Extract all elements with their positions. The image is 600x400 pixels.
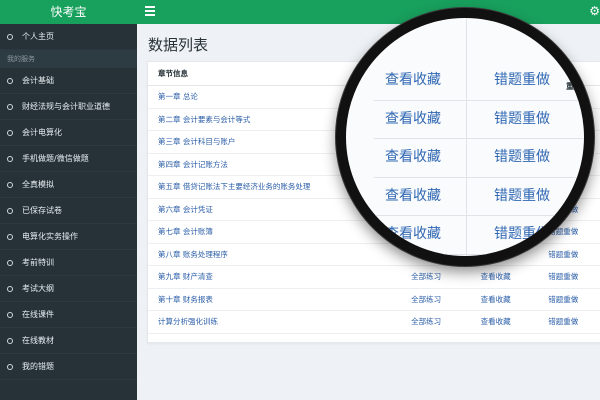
circle-icon	[7, 207, 13, 214]
sidebar-item-label: 个人主页	[22, 32, 54, 41]
favorites-link[interactable]: 查看收藏	[477, 310, 546, 334]
sidebar-item-label: 会计电算化	[22, 128, 62, 137]
menu-icon[interactable]	[145, 6, 155, 16]
chapter-link[interactable]: 第九章 财产清查	[148, 265, 409, 289]
practice-link[interactable]: 全部练习	[408, 265, 478, 289]
chapter-link[interactable]: 第八章 账务处理程序	[148, 243, 409, 266]
circle-icon	[7, 33, 13, 40]
sidebar-item-practice[interactable]: 电算化实务操作	[0, 224, 137, 250]
practice-link[interactable]: 全部练习	[408, 310, 478, 334]
lens-row: 查看收藏 错题重做	[374, 216, 584, 255]
circle-icon	[7, 285, 13, 292]
sidebar-item-simulation[interactable]: 全真模拟	[0, 172, 137, 198]
circle-icon	[7, 233, 13, 240]
lens-row: 查看收藏 错题重做	[374, 178, 584, 216]
circle-icon	[7, 77, 13, 84]
brand-title: 快考宝	[0, 0, 137, 24]
circle-icon	[7, 311, 13, 318]
page-title: 数据列表	[148, 36, 209, 54]
sidebar-item-label: 全真模拟	[22, 180, 54, 189]
circle-icon	[7, 103, 13, 110]
sidebar-item-prep-training[interactable]: 考前特训	[0, 250, 137, 276]
lens-row: 查看收藏 错题重做	[374, 101, 584, 139]
circle-icon	[7, 259, 13, 266]
sidebar-item-label: 考试大纲	[22, 284, 54, 293]
sidebar-item-label: 电算化实务操作	[22, 232, 78, 241]
favorites-link[interactable]: 查看收藏	[385, 139, 441, 176]
sidebar-item-label: 已保存试卷	[22, 206, 62, 215]
circle-icon	[7, 155, 13, 162]
sidebar-item-label: 在线课件	[22, 310, 54, 319]
practice-link[interactable]: 全部练习	[408, 288, 478, 311]
favorites-link[interactable]: 查看收藏	[385, 178, 441, 215]
redo-link[interactable]: 错题重做	[494, 216, 550, 253]
sidebar-section-label: 我的服务	[0, 50, 137, 68]
sidebar-item-label: 财经法规与会计职业道德	[22, 102, 110, 111]
redo-link[interactable]: 错题重做	[545, 265, 600, 289]
redo-link[interactable]: 错题重做	[494, 178, 550, 215]
favorites-link[interactable]: 查看收藏	[385, 101, 441, 138]
sidebar-item-law-ethics[interactable]: 财经法规与会计职业道德	[0, 94, 137, 120]
sidebar-item-wrong-questions[interactable]: 我的错题	[0, 354, 137, 380]
circle-icon	[7, 337, 13, 344]
circle-icon	[7, 181, 13, 188]
chapter-link[interactable]: 第十章 财务报表	[148, 288, 409, 311]
sidebar-item-computerized-accounting[interactable]: 会计电算化	[0, 120, 137, 146]
circle-icon	[7, 129, 13, 136]
sidebar-item-home[interactable]: 个人主页	[0, 24, 137, 50]
sidebar-item-courseware[interactable]: 在线课件	[0, 302, 137, 328]
redo-link[interactable]: 错题重做	[494, 101, 550, 138]
sidebar-item-syllabus[interactable]: 考试大纲	[0, 276, 137, 302]
redo-link[interactable]: 错题重做	[494, 139, 550, 176]
sidebar-item-label: 考前特训	[22, 258, 54, 267]
sidebar-item-label: 我的错题	[22, 362, 54, 371]
sidebar-item-label: 会计基础	[22, 76, 54, 85]
chapter-link[interactable]: 计算分析强化训练	[148, 310, 409, 334]
top-navigation: ⚙	[137, 0, 600, 24]
circle-icon	[7, 363, 13, 370]
redo-link[interactable]: 错题重做	[545, 288, 600, 311]
redo-link[interactable]: 错题重做	[545, 310, 600, 334]
table-row: 第十章 财务报表 全部练习 查看收藏 错题重做	[148, 288, 600, 311]
lens-list: 查看收藏 错题重做 查看收藏 错题重做 查看收藏 错题重做 查看收藏 错题重做 查看收藏…	[374, 62, 584, 255]
sidebar-item-textbook[interactable]: 在线教材	[0, 328, 137, 354]
sidebar-item-label: 手机做题/微信做题	[22, 154, 89, 163]
share-icon[interactable]: ⚙	[589, 3, 600, 19]
lens-row: 查看收藏 错题重做	[374, 139, 584, 178]
sidebar: 快考宝 个人主页 我的服务 会计基础 财经法规与会计职业道德 会计电算化 手机做…	[0, 0, 137, 400]
favorites-link[interactable]: 查看收藏	[385, 62, 441, 99]
table-row: 计算分析强化训练 全部练习 查看收藏 错题重做	[148, 310, 600, 334]
sidebar-item-mobile-wechat[interactable]: 手机做题/微信做题	[0, 146, 137, 172]
sidebar-item-label: 在线教材	[22, 336, 54, 345]
favorites-link[interactable]: 查看收藏	[385, 216, 441, 253]
magnifier-overlay: 重做 查看收藏 错题重做 查看收藏 错题重做 查看收藏 错题重做 查看收藏 错题重做 查…	[336, 8, 594, 266]
sidebar-item-accounting-basics[interactable]: 会计基础	[0, 68, 137, 94]
lens-row: 查看收藏 错题重做	[374, 62, 584, 101]
table-row: 第九章 财产清查 全部练习 查看收藏 错题重做	[148, 265, 600, 289]
sidebar-item-saved-papers[interactable]: 已保存试卷	[0, 198, 137, 224]
favorites-link[interactable]: 查看收藏	[477, 288, 546, 311]
redo-link[interactable]: 错题重做	[494, 62, 550, 99]
favorites-link[interactable]: 查看收藏	[477, 265, 546, 289]
